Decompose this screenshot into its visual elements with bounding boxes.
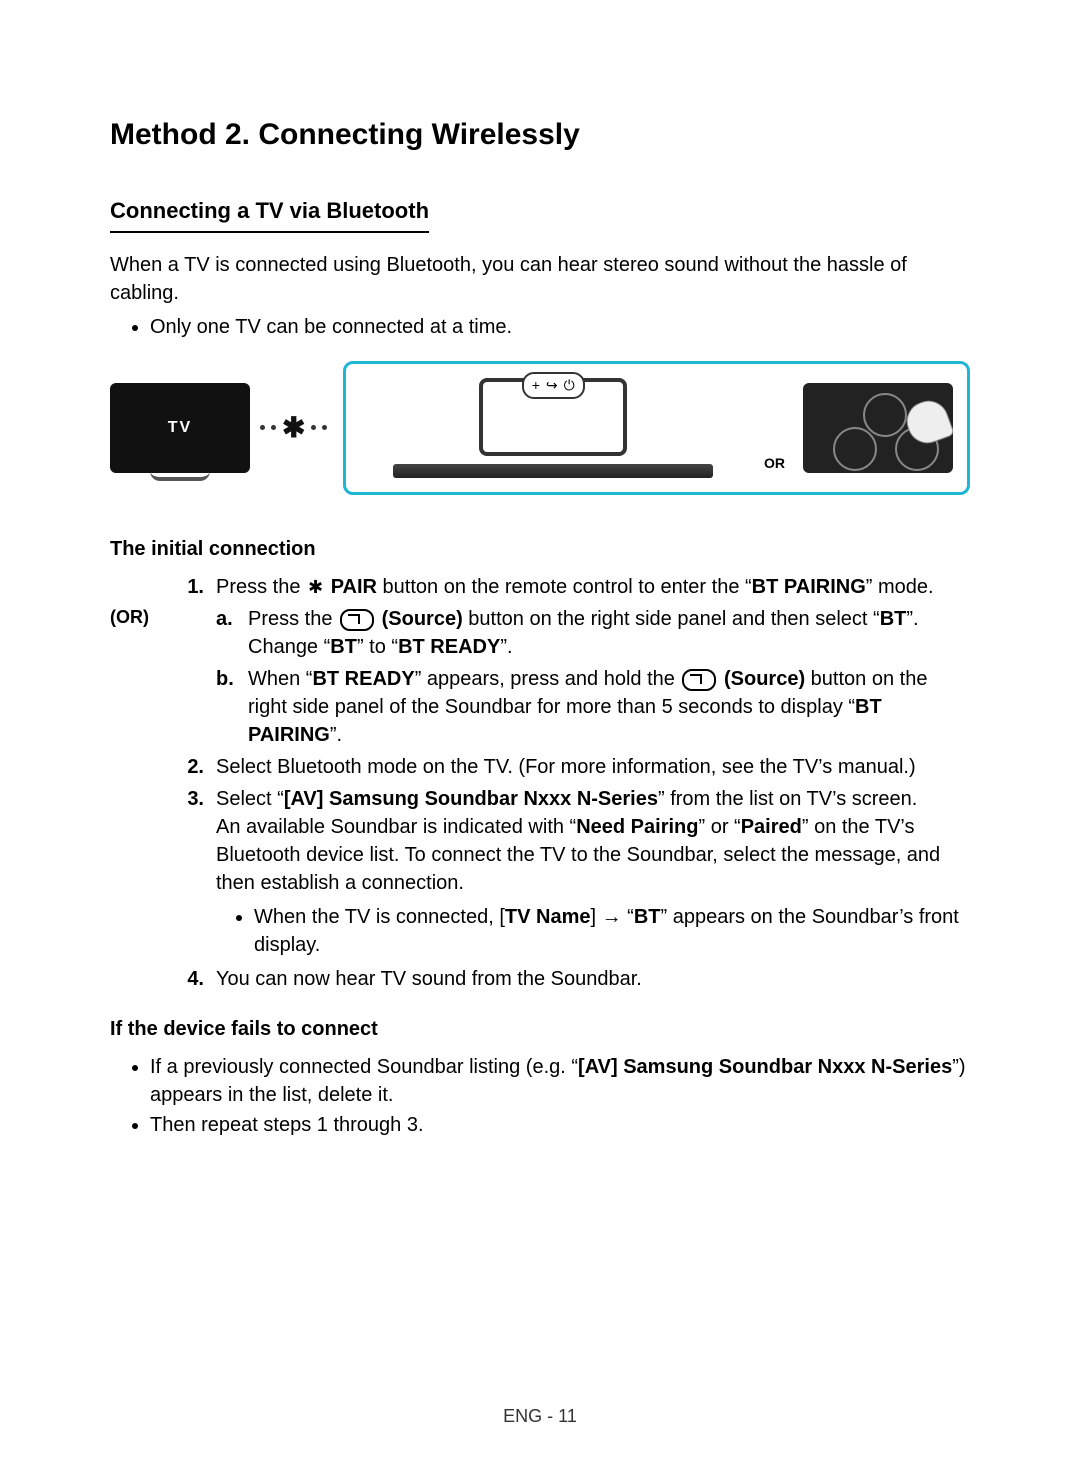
step-4-number: 4. — [172, 965, 210, 993]
substep-a-marker: a. — [216, 605, 242, 661]
step-or-b: b. When “BT READY” appears, press and ho… — [110, 665, 970, 749]
source-icon: ↪ — [546, 376, 558, 396]
section-title: Method 2. Connecting Wirelessly — [110, 114, 970, 156]
step-2: 2. Select Bluetooth mode on the TV. (For… — [110, 753, 970, 781]
soundbar-with-tv-scene: + ↪ ⏻ — [360, 378, 746, 478]
bluetooth-pair-icon: ✱ — [308, 575, 323, 600]
tv-with-bluetooth: TV ✱ — [110, 383, 327, 473]
step-1-body: Press the ✱ PAIR button on the remote co… — [216, 573, 970, 601]
connection-figure: TV ✱ + ↪ ⏻ OR — [110, 361, 970, 495]
step-or-a: (OR) a. Press the (Source) button on the… — [110, 605, 970, 661]
fail-heading: If the device fails to connect — [110, 1015, 970, 1043]
bluetooth-icon: ✱ — [282, 414, 305, 442]
step-1-number: 1. — [172, 573, 210, 601]
step-1: 1. Press the ✱ PAIR button on the remote… — [110, 573, 970, 601]
initial-connection-heading: The initial connection — [110, 535, 970, 563]
fail-bullet-2: Then repeat steps 1 through 3. — [150, 1111, 970, 1139]
step-4-body: You can now hear TV sound from the Sound… — [216, 965, 970, 993]
step-3-body: Select “[AV] Samsung Soundbar Nxxx N-Ser… — [216, 785, 970, 961]
step-4: 4. You can now hear TV sound from the So… — [110, 965, 970, 993]
manual-page: Method 2. Connecting Wirelessly Connecti… — [0, 0, 1080, 1479]
bluetooth-signal-icon: ✱ — [260, 414, 327, 442]
soundbar-highlight-box: + ↪ ⏻ OR — [343, 361, 970, 495]
substep-a-body: Press the (Source) button on the right s… — [248, 605, 970, 661]
fail-bullet-1: If a previously connected Soundbar listi… — [150, 1053, 970, 1109]
tv-label: TV — [168, 417, 192, 439]
step-3-sub-bullet: When the TV is connected, [TV Name] → “B… — [254, 903, 970, 959]
or-marker: (OR) — [110, 605, 166, 661]
source-icon — [340, 609, 374, 631]
page-footer: ENG - 11 — [0, 1404, 1080, 1429]
or-label: OR — [764, 454, 785, 474]
soundbar-icon — [393, 464, 713, 478]
remote-press-scene — [803, 383, 953, 473]
side-panel-controls-icon: + ↪ ⏻ — [522, 372, 585, 400]
step-2-body: Select Bluetooth mode on the TV. (For mo… — [216, 753, 970, 781]
step-3: 3. Select “[AV] Samsung Soundbar Nxxx N-… — [110, 785, 970, 961]
step-3-number: 3. — [172, 785, 210, 961]
intro-bullet: Only one TV can be connected at a time. — [150, 313, 970, 341]
intro-paragraph: When a TV is connected using Bluetooth, … — [110, 251, 970, 307]
substep-b-marker: b. — [216, 665, 242, 749]
subsection-title: Connecting a TV via Bluetooth — [110, 196, 429, 233]
tv-icon: TV — [110, 383, 250, 473]
tv-outline-icon: + ↪ ⏻ — [479, 378, 627, 456]
step-2-number: 2. — [172, 753, 210, 781]
substep-b-body: When “BT READY” appears, press and hold … — [248, 665, 970, 749]
source-icon — [682, 669, 716, 691]
